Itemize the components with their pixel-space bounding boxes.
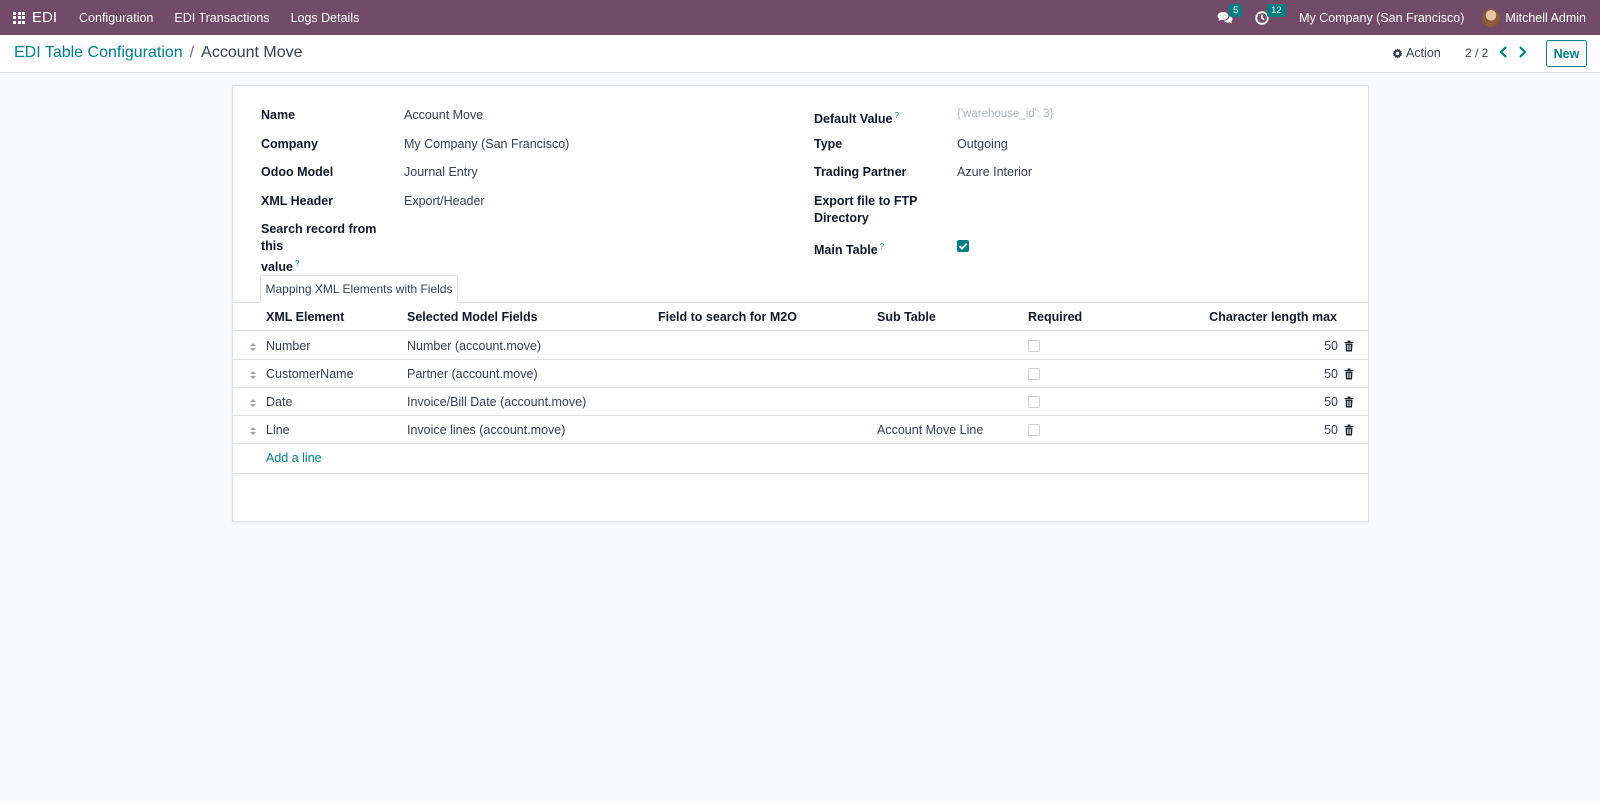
breadcrumb-current: Account Move (201, 44, 303, 61)
drag-handle-icon[interactable] (249, 397, 257, 409)
export-ftp-field[interactable] (957, 194, 1327, 211)
odoo-model-label: Odoo Model (261, 165, 334, 179)
odoo-model-field[interactable]: Journal Entry (404, 165, 478, 179)
drag-handle-icon[interactable] (249, 341, 257, 353)
company-switcher[interactable]: My Company (San Francisco) (1299, 11, 1464, 25)
cell-char-length[interactable]: 50 (1324, 423, 1338, 437)
main-table-label: Main Table? (814, 238, 884, 259)
add-line-row: Add a line (233, 444, 1368, 472)
table-row[interactable]: Line Invoice lines (account.move) Accoun… (233, 416, 1368, 444)
new-button[interactable]: New (1546, 40, 1587, 67)
apps-menu-icon[interactable] (0, 0, 32, 35)
table-row[interactable]: Date Invoice/Bill Date (account.move) 50 (233, 388, 1368, 416)
required-checkbox[interactable] (1028, 340, 1040, 352)
col-xml-element[interactable]: XML Element (266, 310, 344, 324)
type-field[interactable]: Outgoing (957, 137, 1008, 151)
breadcrumb-separator: / (189, 44, 195, 61)
required-checkbox[interactable] (1028, 368, 1040, 380)
default-value-label: Default Value? (814, 107, 899, 128)
cell-char-length[interactable]: 50 (1324, 339, 1338, 353)
app-brand[interactable]: EDI (32, 9, 57, 26)
cell-model-field[interactable]: Invoice/Bill Date (account.move) (407, 395, 586, 409)
export-ftp-label-line1: Export file to FTP (814, 194, 918, 208)
action-button[interactable]: Action (1392, 46, 1441, 60)
default-value-field[interactable]: {'warehouse_id': 3} (957, 108, 1053, 120)
search-record-label-line1: Search record from this (261, 222, 377, 253)
activities-count-badge: 12 (1267, 3, 1286, 17)
help-icon[interactable]: ? (295, 259, 299, 268)
trading-partner-label: Trading Partner (814, 165, 907, 179)
form-sheet: Name Account Move Company My Company (Sa… (232, 85, 1369, 522)
check-icon (958, 242, 968, 250)
messages-systray[interactable]: 5 (1217, 3, 1243, 25)
export-ftp-label-line2: Directory (814, 211, 869, 225)
control-panel: EDI Table Configuration / Account Move Act… (0, 35, 1600, 73)
default-value-label-text: Default Value (814, 112, 893, 127)
drag-handle-icon[interactable] (249, 369, 257, 381)
type-label: Type (814, 137, 843, 151)
menu-logs-details[interactable]: Logs Details (291, 11, 360, 25)
user-menu[interactable]: Mitchell Admin (1505, 11, 1586, 25)
company-label: Company (261, 137, 318, 151)
table-header: XML Element Selected Model Fields Field … (233, 303, 1368, 331)
col-required[interactable]: Required (1028, 310, 1082, 324)
trash-icon[interactable] (1344, 340, 1354, 352)
table-row[interactable]: Number Number (account.move) 50 (233, 332, 1368, 360)
xml-header-label: XML Header (261, 194, 334, 208)
col-sub-table[interactable]: Sub Table (877, 310, 936, 324)
chevron-right-icon[interactable] (1515, 44, 1529, 60)
menu-edi-transactions[interactable]: EDI Transactions (174, 11, 269, 25)
gear-icon (1392, 47, 1403, 59)
col-m2o-search[interactable]: Field to search for M2O (658, 310, 797, 324)
activities-systray[interactable]: 12 (1255, 3, 1286, 25)
add-line-link[interactable]: Add a line (266, 451, 322, 465)
main-table-label-text: Main Table (814, 243, 878, 258)
action-label: Action (1406, 46, 1441, 60)
chevron-left-icon[interactable] (1497, 44, 1511, 60)
cell-char-length[interactable]: 50 (1324, 367, 1338, 381)
cell-model-field[interactable]: Number (account.move) (407, 339, 541, 353)
cell-xml-element[interactable]: Number (266, 339, 310, 353)
cell-xml-element[interactable]: CustomerName (266, 367, 354, 381)
drag-handle-icon[interactable] (249, 425, 257, 437)
trash-icon[interactable] (1344, 396, 1354, 408)
breadcrumb: EDI Table Configuration / Account Move (14, 44, 303, 62)
trash-icon[interactable] (1344, 424, 1354, 436)
top-navbar: EDI Configuration EDI Transactions Logs … (0, 0, 1600, 35)
xml-header-field[interactable]: Export/Header (404, 194, 485, 208)
required-checkbox[interactable] (1028, 396, 1040, 408)
messages-count-badge: 5 (1229, 3, 1243, 17)
menu-configuration[interactable]: Configuration (79, 11, 153, 25)
cell-xml-element[interactable]: Date (266, 395, 292, 409)
cell-xml-element[interactable]: Line (266, 423, 290, 437)
trading-partner-field[interactable]: Azure Interior (957, 165, 1032, 179)
search-record-label: Search record from this value? (261, 221, 401, 276)
user-avatar[interactable] (1482, 8, 1501, 27)
cell-model-field[interactable]: Partner (account.move) (407, 367, 538, 381)
trash-icon[interactable] (1344, 368, 1354, 380)
table-bottom-divider (233, 473, 1368, 474)
breadcrumb-parent[interactable]: EDI Table Configuration (14, 44, 183, 61)
export-ftp-label: Export file to FTP Directory (814, 193, 954, 227)
main-table-checkbox[interactable] (957, 240, 969, 252)
help-icon[interactable]: ? (895, 111, 899, 120)
cell-sub-table[interactable]: Account Move Line (877, 423, 983, 437)
cell-char-length[interactable]: 50 (1324, 395, 1338, 409)
cell-model-field[interactable]: Invoice lines (account.move) (407, 423, 565, 437)
name-field[interactable]: Account Move (404, 108, 483, 122)
company-field[interactable]: My Company (San Francisco) (404, 137, 569, 151)
required-checkbox[interactable] (1028, 424, 1040, 436)
table-row[interactable]: CustomerName Partner (account.move) 50 (233, 360, 1368, 388)
help-icon[interactable]: ? (880, 242, 884, 251)
name-label: Name (261, 108, 296, 122)
col-model-fields[interactable]: Selected Model Fields (407, 310, 538, 324)
tab-mapping-xml[interactable]: Mapping XML Elements with Fields (260, 275, 458, 303)
col-char-length-max[interactable]: Character length max (1209, 310, 1337, 324)
search-record-field[interactable] (404, 222, 774, 239)
pager-value[interactable]: 2 / 2 (1465, 46, 1488, 60)
search-record-label-line2: value (261, 260, 293, 275)
